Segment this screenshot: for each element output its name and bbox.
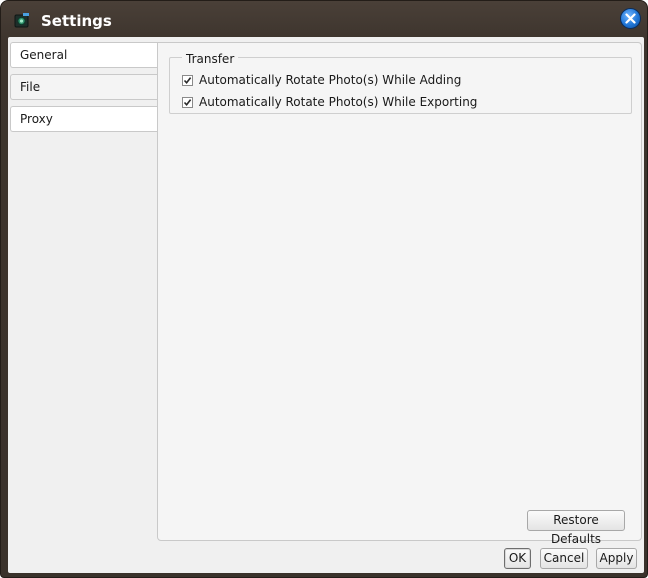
title-bar[interactable]: Settings <box>1 1 647 37</box>
restore-defaults-button[interactable]: Restore Defaults <box>527 510 625 546</box>
ok-button[interactable]: OK <box>504 548 531 569</box>
tab-proxy[interactable]: Proxy <box>10 106 158 132</box>
close-icon[interactable] <box>620 8 641 29</box>
checkbox-checked-icon[interactable] <box>182 97 193 108</box>
window-title: Settings <box>41 12 112 30</box>
settings-client-area: General File Proxy Transfer Automaticall… <box>8 37 644 573</box>
rotate-while-exporting-label: Automatically Rotate Photo(s) While Expo… <box>199 95 478 109</box>
transfer-group-title: Transfer <box>182 52 239 66</box>
tab-general[interactable]: General <box>10 42 158 68</box>
cancel-button[interactable]: Cancel <box>540 548 588 569</box>
settings-panel: Transfer Automatically Rotate Photo(s) W… <box>157 42 642 546</box>
rotate-while-adding-label: Automatically Rotate Photo(s) While Addi… <box>199 73 462 87</box>
checkbox-checked-icon[interactable] <box>182 75 193 86</box>
tab-proxy-label: Proxy <box>20 112 53 126</box>
tab-file[interactable]: File <box>10 74 158 100</box>
tab-general-label: General <box>20 48 68 62</box>
apply-button[interactable]: Apply <box>596 548 637 569</box>
camera-icon <box>14 12 30 29</box>
tab-file-label: File <box>20 80 41 94</box>
settings-window: Settings General File Proxy Transfer Aut… <box>0 0 648 578</box>
